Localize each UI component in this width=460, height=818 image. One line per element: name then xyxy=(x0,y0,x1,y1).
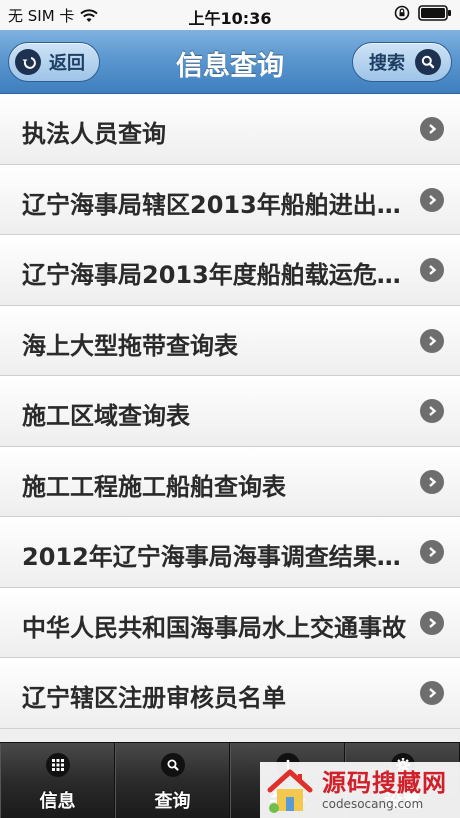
list-item-label: 执法人员查询 xyxy=(22,120,166,148)
chevron-right-icon xyxy=(420,469,444,494)
tab-info[interactable]: 信息 xyxy=(0,743,115,818)
query-list: 执法人员查询 辽宁海事局辖区2013年船舶进出港统计表 辽宁海事局2013年度船… xyxy=(0,94,460,729)
watermark-logo: 源码搜藏网 codesocang.com xyxy=(260,762,460,818)
chevron-right-icon xyxy=(420,681,444,705)
list-item-label: 辽宁海事局辖区2013年船舶进出港统计表 xyxy=(22,190,406,219)
list-item-label: 2012年辽宁海事局海事调查结果公示 xyxy=(22,543,406,571)
list-item[interactable]: 辽宁海事局辖区2013年船舶进出港统计表 xyxy=(0,164,460,235)
list-item[interactable]: 海上大型拖带查询表 xyxy=(0,305,460,376)
list-item[interactable]: 辽宁海事局2013年度船舶载运危险货物统计 xyxy=(0,235,460,306)
chevron-right-icon xyxy=(420,610,444,635)
orientation-lock-icon xyxy=(394,5,410,21)
list-item-label: 施工区域查询表 xyxy=(22,402,190,430)
nav-bar: 返回 信息查询 搜索 xyxy=(0,30,460,94)
house-logo-icon xyxy=(267,769,313,813)
tab-search[interactable]: 查询 xyxy=(115,743,230,818)
chevron-right-icon xyxy=(420,328,444,353)
list-item[interactable]: 中华人民共和国海事局水上交通事故 xyxy=(0,587,460,658)
list-item[interactable]: 执法人员查询 xyxy=(0,94,460,165)
list-item[interactable]: 施工区域查询表 xyxy=(0,376,460,447)
search-icon xyxy=(160,753,185,777)
tab-label: 查询 xyxy=(154,791,191,812)
chevron-right-icon xyxy=(420,117,444,141)
chevron-right-icon xyxy=(420,399,444,423)
watermark-url: codesocang.com xyxy=(322,797,424,811)
search-button[interactable]: 搜索 xyxy=(352,42,452,82)
tab-label: 信息 xyxy=(39,791,76,812)
chevron-right-icon xyxy=(420,187,444,212)
battery-icon xyxy=(418,5,451,21)
search-button-label: 搜索 xyxy=(369,53,405,74)
list-item-label: 施工工程施工船舶查询表 xyxy=(22,472,286,501)
list-item-label: 中华人民共和国海事局水上交通事故 xyxy=(22,613,406,642)
watermark-name: 源码搜藏网 xyxy=(322,769,447,797)
list-item-label: 辽宁辖区注册审核员名单 xyxy=(22,684,286,712)
status-time: 上午10:36 xyxy=(188,9,272,28)
chevron-right-icon xyxy=(420,540,444,564)
list-item-label: 辽宁海事局2013年度船舶载运危险货物统计 xyxy=(22,261,406,289)
list-item[interactable]: 2012年辽宁海事局海事调查结果公示 xyxy=(0,517,460,588)
list-item-label: 海上大型拖带查询表 xyxy=(22,331,238,360)
list-item[interactable]: 施工工程施工船舶查询表 xyxy=(0,446,460,517)
list-item[interactable]: 辽宁辖区注册审核员名单 xyxy=(0,658,460,729)
status-right xyxy=(394,5,452,21)
chevron-right-icon xyxy=(420,258,444,282)
status-bar: 无 SIM 卡 上午10:36 xyxy=(0,0,460,30)
grid-icon xyxy=(45,753,70,777)
search-icon xyxy=(415,49,441,75)
